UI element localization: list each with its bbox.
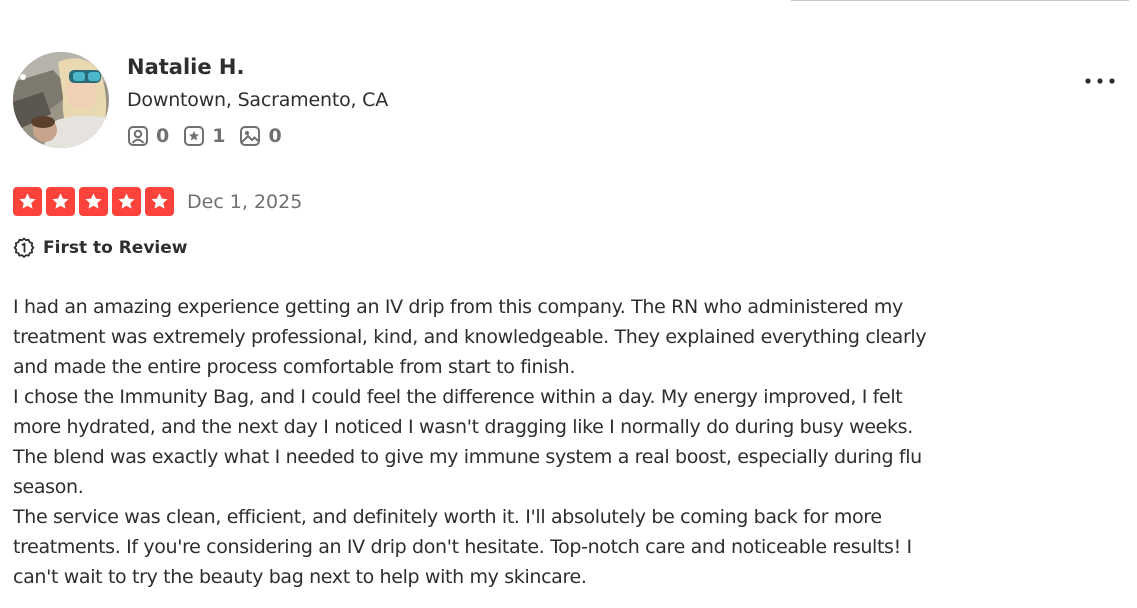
reviews-stat: 1 [183, 123, 225, 149]
user-name[interactable]: Natalie H. [127, 53, 244, 81]
photos-stat: 0 [239, 123, 282, 149]
reviews-count: 1 [212, 125, 226, 147]
star-3 [79, 187, 108, 216]
friends-stat: 0 [127, 123, 169, 149]
user-stats: 0 1 0 [127, 123, 296, 149]
review-line: treatment was extremely professional, ki… [13, 326, 927, 348]
review-date: Dec 1, 2025 [187, 191, 303, 213]
friends-icon [128, 126, 148, 146]
review-line: I had an amazing experience getting an I… [13, 296, 903, 318]
review-line: can't wait to try the beauty bag next to… [13, 566, 587, 588]
friends-count: 0 [156, 125, 170, 147]
star-icon [151, 193, 168, 209]
review-line: more hydrated, and the next day I notice… [13, 416, 913, 438]
review-line: The service was clean, efficient, and de… [13, 506, 882, 528]
star-5 [145, 187, 174, 216]
review-line: season. [13, 476, 84, 498]
first-to-review-icon [13, 237, 35, 258]
review-line: and made the entire process comfortable … [13, 356, 576, 378]
top-divider [791, 0, 1129, 1]
star-1 [13, 187, 42, 216]
review-line: treatments. If you're considering an IV … [13, 536, 912, 558]
star-icon [85, 193, 102, 209]
more-options-button[interactable] [1080, 66, 1120, 96]
star-icon [19, 193, 36, 209]
avatar[interactable] [13, 52, 109, 148]
star-rating [13, 187, 178, 216]
review-line: The blend was exactly what I needed to g… [13, 446, 922, 468]
avatar-photo [13, 52, 109, 148]
review-text: I had an amazing experience getting an I… [13, 292, 993, 592]
user-location: Downtown, Sacramento, CA [127, 89, 389, 111]
more-horizontal-icon [1085, 78, 1115, 84]
star-icon [118, 193, 135, 209]
badge-label: First to Review [43, 238, 188, 258]
first-to-review-badge: First to Review [13, 236, 187, 260]
star-review-icon [184, 126, 205, 146]
star-2 [46, 187, 75, 216]
star-icon [52, 193, 69, 209]
photo-icon [240, 126, 261, 146]
photos-count: 0 [268, 125, 282, 147]
star-4 [112, 187, 141, 216]
review-line: I chose the Immunity Bag, and I could fe… [13, 386, 903, 408]
